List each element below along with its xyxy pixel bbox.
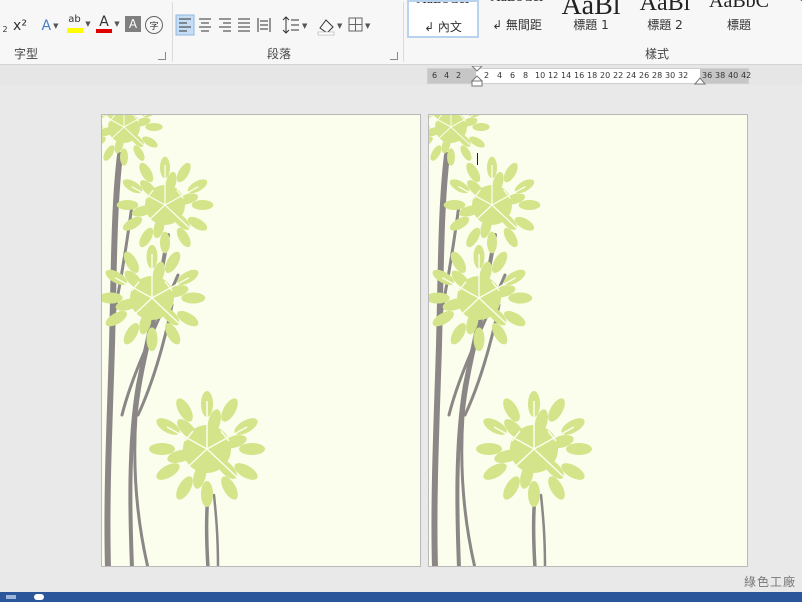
text-effects-icon: A <box>41 18 52 34</box>
highlight-button[interactable]: ab ▼ <box>65 14 93 34</box>
style-tile[interactable]: AaBl 標題 1 <box>555 0 627 38</box>
macro-record-icon[interactable] <box>34 594 44 600</box>
distributed-icon[interactable] <box>257 18 271 32</box>
paragraph-toolbar: ▼ ▼ ▼ <box>175 14 371 36</box>
justify-icon[interactable] <box>238 18 250 32</box>
ruler-number: 16 <box>574 71 585 80</box>
style-name: 標題 <box>726 18 751 32</box>
ruler-number: 24 <box>626 71 637 80</box>
indent-marker[interactable] <box>471 66 483 88</box>
font-color-icon: A <box>96 14 113 34</box>
ruler-number: 28 <box>652 71 663 80</box>
ruler-number: 10 <box>535 71 546 80</box>
ruler-number: 38 <box>715 71 726 80</box>
watermark: 綠色工廠 <box>743 575 796 589</box>
align-right-icon[interactable] <box>219 18 231 32</box>
font-group: 2 x² A ▼ ab ▼ A ▼ A 字 字型 <box>0 0 172 64</box>
style-sample: AaBl <box>777 0 802 5</box>
line-spacing-icon[interactable] <box>282 16 299 34</box>
style-name: 副 <box>777 16 802 33</box>
shading-icon[interactable] <box>317 19 335 36</box>
ruler-number: 22 <box>613 71 624 80</box>
highlighter-icon: ab <box>67 14 84 34</box>
ruler-number: 2 <box>456 71 462 80</box>
font-group-label: 字型 <box>14 47 39 61</box>
ruler-number: 4 <box>497 71 503 80</box>
style-tile[interactable]: AaBl 標題 2 <box>629 0 701 38</box>
page-info-indicator[interactable] <box>6 595 16 599</box>
chevron-down-icon: ▼ <box>365 22 371 30</box>
enclose-characters-button[interactable]: 字 <box>145 16 163 34</box>
chevron-down-icon: ▼ <box>53 22 59 30</box>
style-tile[interactable]: AaBbC 標題 <box>703 0 775 38</box>
style-tile[interactable]: AaBbCcI ↲ 無間距 <box>481 0 553 38</box>
subscript-button[interactable]: 2 <box>0 19 10 39</box>
chevron-down-icon: ▼ <box>337 22 343 30</box>
horizontal-ruler[interactable]: 6 4 2 2 4 6 8 10 12 14 16 18 20 22 24 26 28 30 32 36 38 40 42 <box>427 66 752 87</box>
ruler-number: 20 <box>600 71 611 80</box>
page-2[interactable] <box>428 114 748 567</box>
right-indent-marker[interactable] <box>694 76 706 85</box>
style-sample: AaBbCcI <box>409 2 477 8</box>
ribbon: 2 x² A ▼ ab ▼ A ▼ A 字 字型 ▼ ▼ ▼ 段落 ↲ 內文 ↲… <box>0 0 802 65</box>
style-name: 標題 2 <box>647 18 683 32</box>
font-dialog-launcher[interactable] <box>158 52 166 60</box>
ruler-number: 4 <box>444 71 450 80</box>
ruler-number: 26 <box>639 71 650 80</box>
paragraph-group: ▼ ▼ ▼ 段落 <box>173 0 403 64</box>
style-sample: AaBbCcI <box>481 0 553 6</box>
chevron-down-icon: ▼ <box>114 20 120 28</box>
group-divider <box>403 2 404 62</box>
ruler-number: 14 <box>561 71 572 80</box>
ruler-number: 42 <box>741 71 752 80</box>
ruler-number: 18 <box>587 71 598 80</box>
ruler-number: 30 <box>665 71 676 80</box>
chevron-down-icon: ▼ <box>85 20 91 28</box>
ruler-number: 6 <box>432 71 438 80</box>
status-bar <box>0 592 802 602</box>
page-1[interactable] <box>101 114 421 567</box>
character-shading-button[interactable]: A <box>125 16 141 32</box>
styles-group: AaBbCcI↲ 內文AaBbCcI↲ 無間距AaBl標題 1AaBl標題 2A… <box>405 0 802 64</box>
chevron-down-icon: ▼ <box>302 22 308 30</box>
ruler-number: 6 <box>510 71 516 80</box>
style-tile[interactable]: AaBl 副 <box>777 0 802 38</box>
style-sample: AaBl <box>639 0 691 16</box>
styles-group-label: 樣式 <box>645 47 670 61</box>
ruler-number: 32 <box>678 71 689 80</box>
text-effects-button[interactable]: A ▼ <box>36 16 64 36</box>
ruler-number: 12 <box>548 71 559 80</box>
paragraph-group-label: 段落 <box>267 47 292 61</box>
paragraph-dialog-launcher[interactable] <box>390 52 398 60</box>
borders-icon[interactable] <box>348 17 363 32</box>
style-tile[interactable]: AaBbCcI ↲ 內文 <box>407 0 479 38</box>
style-sample: AaBbC <box>709 0 769 12</box>
ruler-number: 2 <box>484 71 490 80</box>
tree-illustration <box>429 115 748 567</box>
align-left-button[interactable] <box>175 14 195 36</box>
style-name: ↲ 無間距 <box>492 18 542 32</box>
tree-illustration <box>102 115 421 567</box>
ruler-number: 40 <box>728 71 739 80</box>
font-color-button[interactable]: A ▼ <box>94 14 122 34</box>
align-center-icon[interactable] <box>199 18 211 32</box>
style-name: 標題 1 <box>573 18 609 32</box>
style-name: ↲ 內文 <box>424 20 462 34</box>
superscript-button[interactable]: x² <box>10 16 30 36</box>
text-cursor <box>477 153 478 165</box>
ruler-number: 8 <box>523 71 529 80</box>
